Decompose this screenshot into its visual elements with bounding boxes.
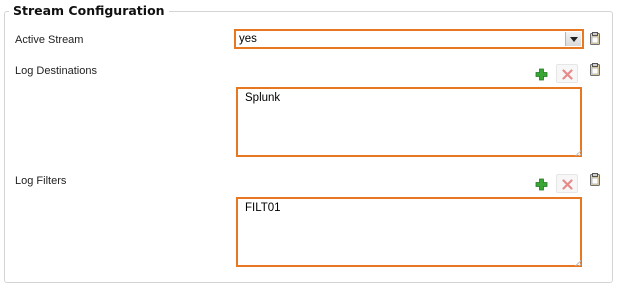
- active-stream-select[interactable]: yes: [234, 29, 584, 49]
- clipboard-icon[interactable]: [590, 32, 600, 45]
- resize-grip[interactable]: [575, 260, 581, 266]
- log-filters-label: Log Filters: [15, 175, 67, 187]
- clipboard-icon[interactable]: [590, 173, 600, 186]
- clipboard-icon[interactable]: [590, 63, 600, 76]
- log-destinations-label: Log Destinations: [15, 65, 97, 77]
- remove-icon: [562, 179, 573, 190]
- log-destinations-listbox[interactable]: Splunk: [236, 87, 582, 157]
- remove-destination-button[interactable]: [556, 64, 578, 83]
- active-stream-label: Active Stream: [15, 34, 84, 46]
- list-item[interactable]: FILT01: [245, 202, 281, 215]
- add-icon[interactable]: [535, 178, 548, 191]
- remove-icon: [562, 69, 573, 80]
- list-item[interactable]: Splunk: [245, 92, 280, 105]
- log-filters-listbox[interactable]: FILT01: [236, 197, 582, 267]
- add-icon[interactable]: [535, 68, 548, 81]
- section-title: Stream Configuration: [9, 3, 169, 19]
- remove-filter-button[interactable]: [556, 174, 578, 193]
- chevron-down-icon[interactable]: [565, 32, 581, 46]
- active-stream-value: yes: [239, 33, 257, 45]
- resize-grip[interactable]: [575, 150, 581, 156]
